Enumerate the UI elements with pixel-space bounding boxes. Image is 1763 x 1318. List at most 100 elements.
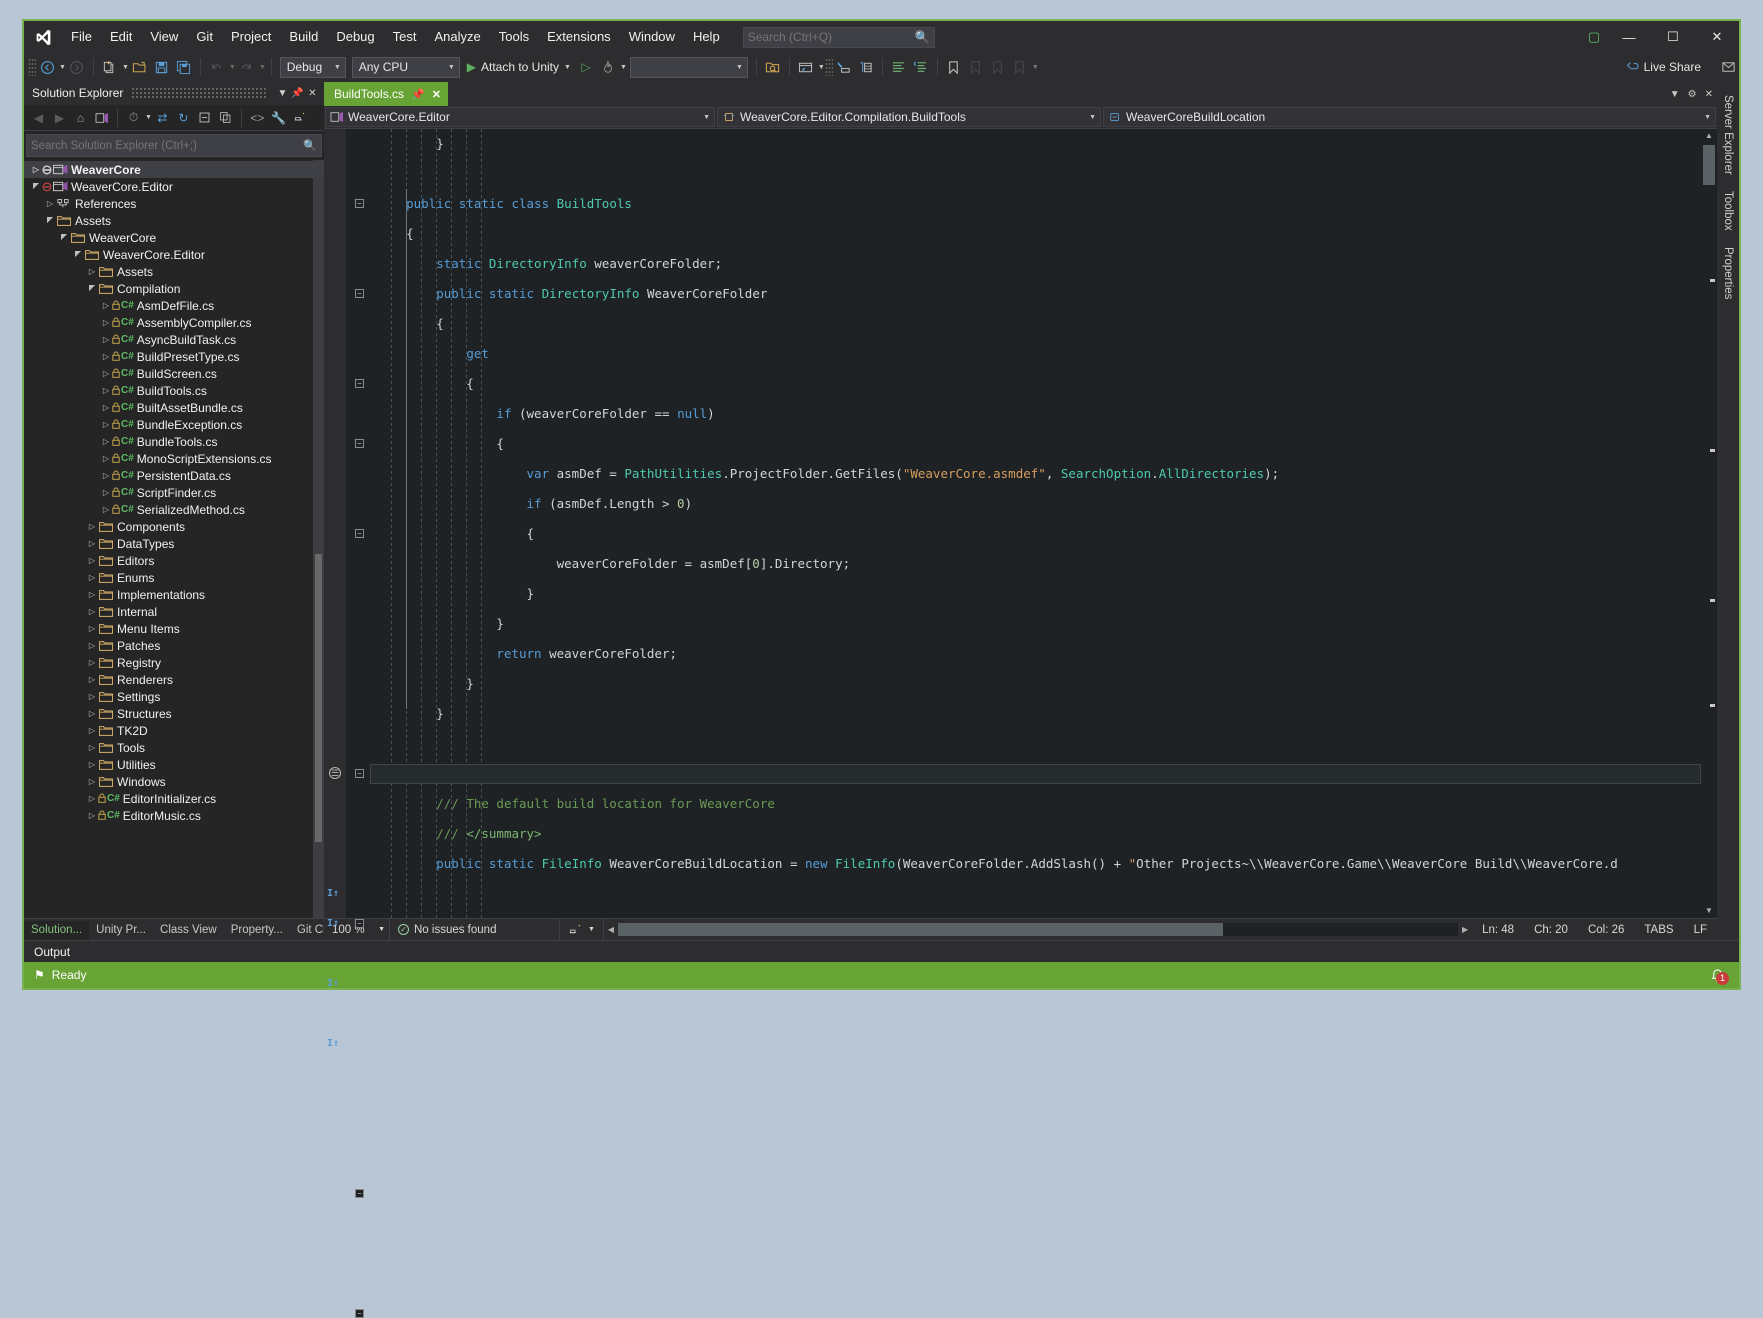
tree-item-renderers[interactable]: ▷Renderers xyxy=(24,671,324,688)
bookmark-icon[interactable] xyxy=(943,56,965,78)
menu-test[interactable]: Test xyxy=(384,21,426,53)
search-in-files-icon[interactable] xyxy=(762,56,784,78)
status-notifications[interactable]: 1 xyxy=(1710,968,1733,983)
expand-arrow-closed-icon[interactable]: ▷ xyxy=(100,505,112,514)
tree-item-windows[interactable]: ▷Windows xyxy=(24,773,324,790)
tree-item-asyncbuildtask-cs[interactable]: ▷C#AsyncBuildTask.cs xyxy=(24,331,324,348)
tree-item-settings[interactable]: ▷Settings xyxy=(24,688,324,705)
search-input[interactable] xyxy=(748,30,915,44)
tab-unity-project[interactable]: Unity Pr... xyxy=(89,921,153,940)
expand-arrow-closed-icon[interactable]: ▷ xyxy=(86,556,98,565)
tree-item-utilities[interactable]: ▷Utilities xyxy=(24,756,324,773)
document-tab-buildtools[interactable]: BuildTools.cs 📌 ✕ xyxy=(324,82,448,106)
menu-build[interactable]: Build xyxy=(280,21,327,53)
pin-tab-icon[interactable]: 📌 xyxy=(411,88,425,101)
expand-arrow-closed-icon[interactable]: ▷ xyxy=(30,165,42,174)
expand-arrow-closed-icon[interactable]: ▷ xyxy=(100,352,112,361)
editor-horizontal-scrollbar[interactable]: ◀ ▶ xyxy=(604,919,1472,941)
tree-item-bundletools-cs[interactable]: ▷C#BundleTools.cs xyxy=(24,433,324,450)
tab-class-view[interactable]: Class View xyxy=(153,921,224,940)
se-home-icon[interactable]: ⌂ xyxy=(70,107,91,128)
tab-list-icon[interactable]: ▼ xyxy=(1670,89,1680,100)
expand-arrow-open-icon[interactable]: ◢ xyxy=(44,216,56,225)
expand-arrow-closed-icon[interactable]: ▷ xyxy=(100,488,112,497)
feedback-icon[interactable]: ▢ xyxy=(1581,21,1607,53)
tree-item-compilation[interactable]: ◢Compilation xyxy=(24,280,324,297)
collapse-region-icon[interactable]: − xyxy=(355,919,364,928)
expand-arrow-closed-icon[interactable]: ▷ xyxy=(86,675,98,684)
new-project-icon[interactable] xyxy=(99,56,121,78)
expand-arrow-closed-icon[interactable]: ▷ xyxy=(86,794,98,803)
scroll-up-icon[interactable]: ▲ xyxy=(1701,129,1717,143)
quick-search-box[interactable]: 🔍 xyxy=(743,27,935,48)
expand-arrow-closed-icon[interactable]: ▷ xyxy=(86,539,98,548)
implements-interface-icon[interactable]: I↑ xyxy=(327,888,340,899)
expand-arrow-closed-icon[interactable]: ▷ xyxy=(100,403,112,412)
expand-arrow-closed-icon[interactable]: ▷ xyxy=(86,726,98,735)
expand-arrow-closed-icon[interactable]: ▷ xyxy=(86,522,98,531)
tree-item-serializedmethod-cs[interactable]: ▷C#SerializedMethod.cs xyxy=(24,501,324,518)
save-all-icon[interactable] xyxy=(173,56,195,78)
close-tab-icon[interactable]: ✕ xyxy=(432,88,441,101)
uncomment-lines-icon[interactable] xyxy=(910,56,932,78)
tree-item-internal[interactable]: ▷Internal xyxy=(24,603,324,620)
solution-configuration-combo[interactable]: Debug ▼ xyxy=(280,57,346,78)
solution-explorer-search[interactable]: 🔍 xyxy=(26,134,322,157)
expand-arrow-closed-icon[interactable]: ▷ xyxy=(86,692,98,701)
se-pending-changes-icon[interactable]: ⏱ xyxy=(123,107,144,128)
collapse-region-icon[interactable]: − xyxy=(355,439,364,448)
expand-arrow-closed-icon[interactable]: ▷ xyxy=(100,386,112,395)
expand-arrow-closed-icon[interactable]: ▷ xyxy=(86,743,98,752)
expand-arrow-closed-icon[interactable]: ▷ xyxy=(44,199,56,208)
menu-analyze[interactable]: Analyze xyxy=(425,21,489,53)
rail-tab-server-explorer[interactable]: Server Explorer xyxy=(1719,87,1737,183)
menu-view[interactable]: View xyxy=(141,21,187,53)
menu-git[interactable]: Git xyxy=(187,21,222,53)
expand-arrow-closed-icon[interactable]: ▷ xyxy=(86,777,98,786)
se-preview-icon[interactable] xyxy=(289,107,310,128)
expand-arrow-open-icon[interactable]: ◢ xyxy=(58,233,70,242)
tree-item-patches[interactable]: ▷Patches xyxy=(24,637,324,654)
collapse-region-icon[interactable]: − xyxy=(355,289,364,298)
tree-item-implementations[interactable]: ▷Implementations xyxy=(24,586,324,603)
navigate-backward-icon[interactable] xyxy=(36,56,58,78)
tree-item-editorinitializer-cs[interactable]: ▷C#EditorInitializer.cs xyxy=(24,790,324,807)
menu-help[interactable]: Help xyxy=(684,21,729,53)
pin-icon[interactable]: 📌 xyxy=(290,88,305,99)
expand-arrow-closed-icon[interactable]: ▷ xyxy=(100,471,112,480)
collapse-region-icon[interactable]: − xyxy=(355,769,364,778)
tree-item-buildtools-cs[interactable]: ▷C#BuildTools.cs xyxy=(24,382,324,399)
implements-interface-icon[interactable]: I↑ xyxy=(327,1038,340,1049)
expand-arrow-closed-icon[interactable]: ▷ xyxy=(100,454,112,463)
source-code[interactable]: } public static class BuildTools { stati… xyxy=(370,129,1717,918)
tree-item-datatypes[interactable]: ▷DataTypes xyxy=(24,535,324,552)
tree-item-builtassetbundle-cs[interactable]: ▷C#BuiltAssetBundle.cs xyxy=(24,399,324,416)
tree-item-structures[interactable]: ▷Structures xyxy=(24,705,324,722)
breakpoint-gutter[interactable]: ☰I↑I↑I↑I↑ xyxy=(324,129,346,918)
expand-arrow-closed-icon[interactable]: ▷ xyxy=(86,590,98,599)
expand-arrow-closed-icon[interactable]: ▷ xyxy=(86,811,98,820)
window-dropdown-icon[interactable]: ▼ xyxy=(818,64,825,71)
code-editor[interactable]: ☰I↑I↑I↑I↑ −−−−−−−−− } public static clas… xyxy=(324,129,1717,918)
maximize-button[interactable]: ☐ xyxy=(1651,21,1695,53)
tree-item-buildpresettype-cs[interactable]: ▷C#BuildPresetType.cs xyxy=(24,348,324,365)
scroll-left-icon[interactable]: ◀ xyxy=(604,925,618,934)
tree-item-weavercore-editor[interactable]: ◢WeaverCore.Editor xyxy=(24,246,324,263)
expand-arrow-open-icon[interactable]: ◢ xyxy=(86,284,98,293)
attach-to-unity-button[interactable]: ▶ Attach to Unity ▼ xyxy=(463,56,575,78)
comment-lines-icon[interactable] xyxy=(888,56,910,78)
navbar-type-combo[interactable]: WeaverCore.Editor.Compilation.BuildTools… xyxy=(717,107,1101,127)
tree-item-weavercore[interactable]: ◢WeaverCore xyxy=(24,229,324,246)
outlining-gutter[interactable]: −−−−−−−−− xyxy=(350,129,370,918)
rail-tab-properties[interactable]: Properties xyxy=(1719,239,1737,307)
editor-vertical-scrollbar[interactable]: ▲ ▼ xyxy=(1701,129,1717,918)
tab-solution-explorer[interactable]: Solution... xyxy=(24,921,89,940)
hot-reload-icon[interactable] xyxy=(597,56,619,78)
code-cleanup-controls[interactable]: ▼ xyxy=(560,919,604,941)
tree-item-weavercore-editor[interactable]: ◢⊖WeaverCore.Editor xyxy=(24,178,324,195)
se-refresh-icon[interactable]: ↻ xyxy=(173,107,194,128)
se-show-all-files-icon[interactable] xyxy=(215,107,236,128)
collapse-region-icon[interactable]: − xyxy=(355,379,364,388)
rail-tab-toolbox[interactable]: Toolbox xyxy=(1719,183,1737,239)
panel-menu-icon[interactable]: ▼ xyxy=(275,88,290,99)
